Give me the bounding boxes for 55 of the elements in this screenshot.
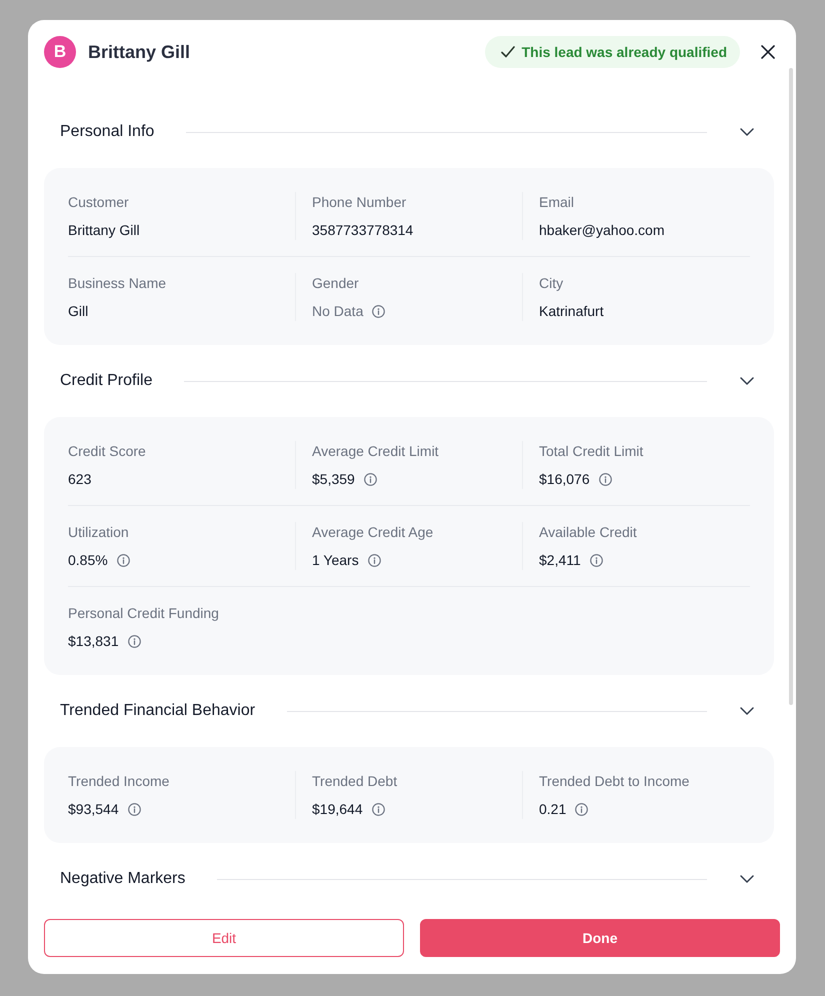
field-label: Personal Credit Funding bbox=[68, 604, 219, 623]
info-icon[interactable] bbox=[598, 472, 612, 486]
field-label: Gender bbox=[312, 274, 359, 293]
info-icon[interactable] bbox=[368, 554, 381, 566]
field-label: Email bbox=[539, 193, 574, 212]
field-value: $19,644 bbox=[312, 800, 363, 819]
section-title: Negative Markers bbox=[60, 870, 186, 888]
field-label: Trended Debt bbox=[312, 772, 398, 791]
close-button[interactable] bbox=[760, 44, 776, 60]
done-button[interactable]: Done bbox=[420, 919, 780, 957]
avatar: B bbox=[44, 36, 76, 68]
info-icon[interactable] bbox=[128, 802, 141, 816]
field-label: Average Credit Limit bbox=[312, 442, 439, 461]
field-label: Credit Score bbox=[68, 442, 146, 461]
field-label: Available Credit bbox=[539, 523, 637, 542]
field-value: $93,544 bbox=[68, 800, 119, 819]
field-value: $13,831 bbox=[68, 632, 119, 651]
section-title: Trended Financial Behavior bbox=[60, 702, 256, 720]
edit-button[interactable]: Edit bbox=[44, 919, 404, 957]
modal-title: Brittany Gill bbox=[88, 42, 190, 62]
info-icon[interactable] bbox=[590, 554, 603, 566]
section-title: Credit Profile bbox=[60, 372, 152, 390]
status-text: This lead was already qualified bbox=[522, 44, 727, 60]
field-value: $2,411 bbox=[539, 551, 581, 570]
field-value: $5,359 bbox=[312, 470, 355, 489]
field-label: Phone Number bbox=[312, 193, 406, 212]
field-label: City bbox=[539, 274, 564, 293]
field-value: 0.21 bbox=[539, 800, 566, 819]
field-value: hbaker@yahoo.com bbox=[539, 221, 665, 240]
field-value: Brittany Gill bbox=[68, 221, 140, 240]
field-value: No Data bbox=[312, 302, 364, 321]
field-value: 3587733778314 bbox=[312, 221, 414, 240]
field-label: Customer bbox=[68, 193, 129, 212]
field-value: $16,076 bbox=[539, 470, 590, 489]
field-label: Utilization bbox=[68, 523, 129, 542]
info-icon[interactable] bbox=[575, 802, 588, 816]
scrollbar-thumb[interactable] bbox=[789, 68, 793, 705]
field-label: Trended Debt to Income bbox=[539, 772, 690, 791]
field-label: Average Credit Age bbox=[312, 523, 434, 542]
field-value: Gill bbox=[68, 302, 88, 321]
close-icon bbox=[761, 45, 775, 59]
field-value: Katrinafurt bbox=[539, 302, 604, 321]
info-icon[interactable] bbox=[116, 554, 130, 566]
info-icon[interactable] bbox=[372, 304, 386, 318]
field-value: 623 bbox=[68, 470, 92, 489]
info-icon[interactable] bbox=[364, 472, 377, 486]
field-label: Trended Income bbox=[68, 772, 170, 791]
check-icon bbox=[500, 46, 515, 58]
info-icon[interactable] bbox=[372, 802, 385, 816]
field-value: 0.85% bbox=[68, 551, 108, 570]
field-label: Total Credit Limit bbox=[539, 442, 644, 461]
section-title: Personal Info bbox=[60, 123, 154, 141]
field-value: 1 Years bbox=[312, 551, 359, 570]
field-label: Business Name bbox=[68, 274, 166, 293]
info-icon[interactable] bbox=[128, 634, 141, 648]
